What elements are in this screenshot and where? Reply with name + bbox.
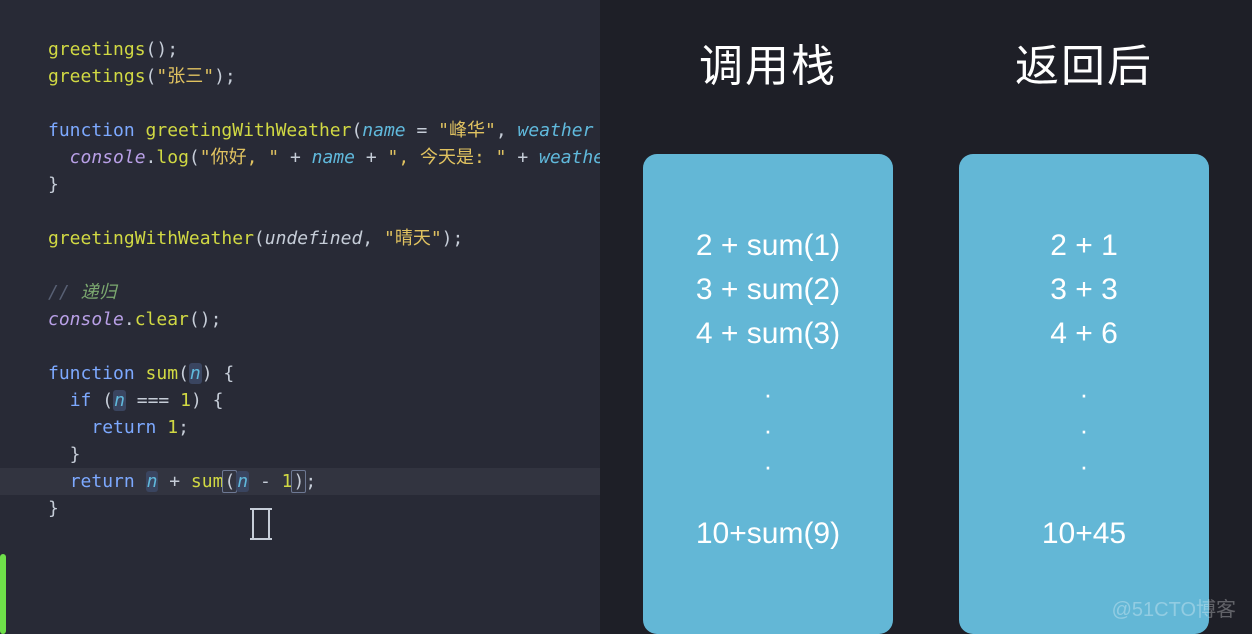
- result-column: 返回后 2 + 1 3 + 3 4 + 6 · · · 10+45: [959, 30, 1209, 634]
- result-row: 2 + 1: [1050, 224, 1118, 268]
- result-card: 2 + 1 3 + 3 4 + 6 · · · 10+45: [959, 154, 1209, 634]
- stack-row: 3 + sum(2): [696, 268, 840, 312]
- code-line-active: return n + sum(n - 1);: [48, 468, 600, 495]
- code-editor[interactable]: greetings(); greetings("张三"); function g…: [0, 0, 600, 634]
- code-line: greetings();: [48, 36, 600, 63]
- code-line: console.clear();: [48, 306, 600, 333]
- code-line: console.log("你好, " + name + ", 今天是: " + …: [48, 144, 600, 171]
- result-row: 4 + 6: [1050, 312, 1118, 356]
- code-line: function sum(n) {: [48, 360, 600, 387]
- code-line: }: [48, 495, 600, 522]
- stack-row: 4 + sum(3): [696, 312, 840, 356]
- code-line: greetingWithWeather(undefined, "晴天");: [48, 225, 600, 252]
- ellipsis-dot: ·: [764, 376, 773, 412]
- call-stack-column: 调用栈 2 + sum(1) 3 + sum(2) 4 + sum(3) · ·…: [643, 30, 893, 634]
- code-comment: // 递归: [48, 279, 600, 306]
- scrollbar-thumb[interactable]: [0, 554, 6, 634]
- result-row: 10+45: [1042, 512, 1126, 556]
- result-title: 返回后: [1015, 30, 1153, 94]
- code-line: }: [48, 441, 600, 468]
- code-line: }: [48, 171, 600, 198]
- call-stack-title: 调用栈: [699, 30, 837, 94]
- stack-row: 2 + sum(1): [696, 224, 840, 268]
- code-line: greetings("张三");: [48, 63, 600, 90]
- stack-row: 10+sum(9): [696, 512, 840, 556]
- ellipsis-dot: ·: [1080, 412, 1089, 448]
- ellipsis-dot: ·: [764, 412, 773, 448]
- ellipsis-dot: ·: [764, 448, 773, 484]
- ellipsis-dot: ·: [1080, 376, 1089, 412]
- recursion-diagram: 调用栈 2 + sum(1) 3 + sum(2) 4 + sum(3) · ·…: [600, 0, 1252, 634]
- ellipsis-dot: ·: [1080, 448, 1089, 484]
- code-line: if (n === 1) {: [48, 387, 600, 414]
- result-row: 3 + 3: [1050, 268, 1118, 312]
- code-line: return 1;: [48, 414, 600, 441]
- code-line: function greetingWithWeather(name = "峰华"…: [48, 117, 600, 144]
- call-stack-card: 2 + sum(1) 3 + sum(2) 4 + sum(3) · · · 1…: [643, 154, 893, 634]
- watermark: @51CTO博客: [1112, 593, 1236, 622]
